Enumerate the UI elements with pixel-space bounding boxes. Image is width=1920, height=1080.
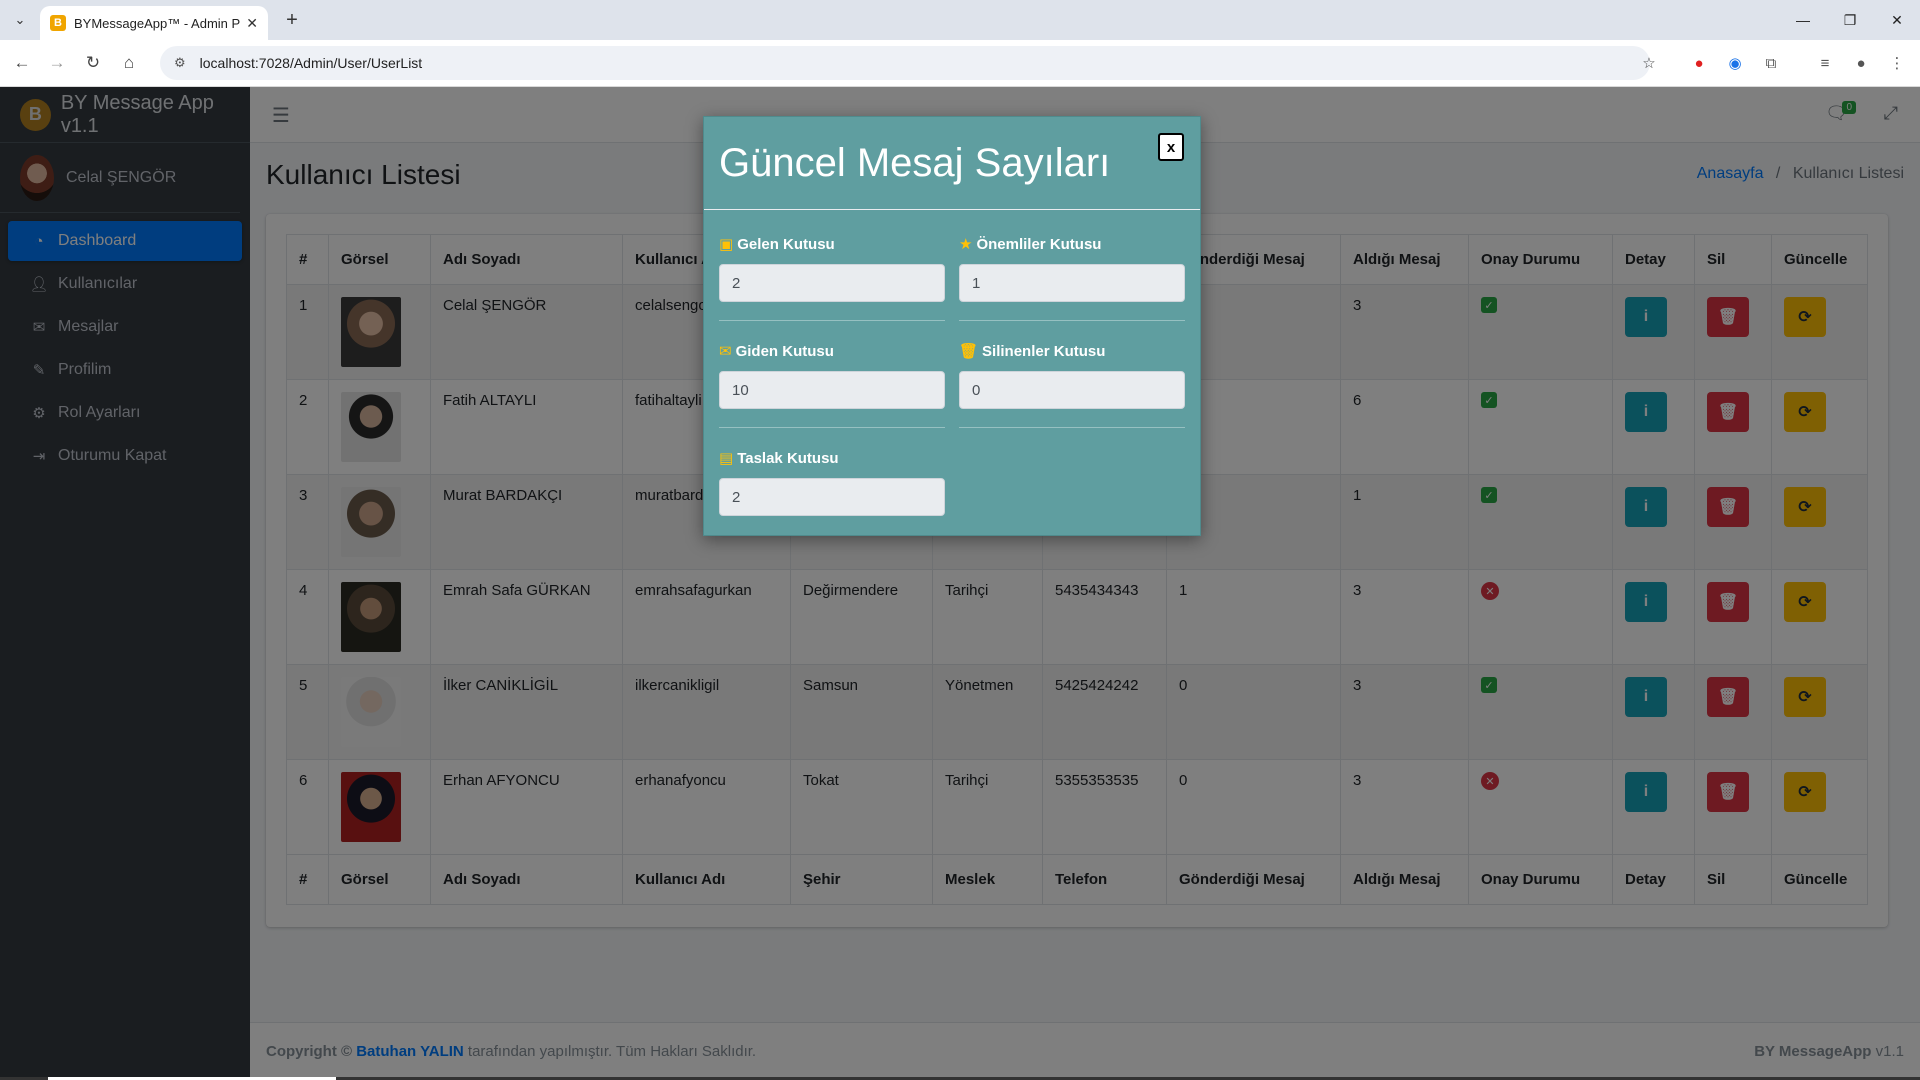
window-close-icon[interactable]: ✕	[1874, 6, 1920, 34]
extensions-icon[interactable]: ⧉	[1760, 52, 1782, 74]
starred-count-input[interactable]: 1	[959, 264, 1185, 302]
starred-field: ★ Önemliler Kutusu 1	[959, 234, 1185, 321]
sync-extension-icon[interactable]: ◉	[1724, 52, 1746, 74]
inbox-icon: ▣	[719, 236, 734, 253]
tab-title: BYMessageApp™ - Admin Panel	[74, 15, 241, 31]
site-info-icon[interactable]: ⚙	[174, 55, 186, 71]
profile-avatar-icon[interactable]: ●	[1850, 52, 1872, 74]
inbox-field: ▣ Gelen Kutusu 2	[719, 234, 945, 321]
draft-field: ▤ Taslak Kutusu 2	[719, 448, 945, 516]
forward-icon[interactable]: →	[44, 50, 70, 76]
trash-icon: 🗑︎	[959, 343, 979, 360]
media-icon[interactable]: ≡	[1814, 52, 1836, 74]
opera-extension-icon[interactable]: ●	[1688, 52, 1710, 74]
home-icon[interactable]: ⌂	[116, 50, 142, 76]
divider	[959, 427, 1185, 428]
field-label: ★ Önemliler Kutusu	[959, 234, 1185, 254]
divider	[719, 427, 945, 428]
new-tab-icon[interactable]: +	[280, 8, 304, 32]
field-label-text: Önemliler Kutusu	[976, 235, 1102, 253]
url-text: localhost:7028/Admin/User/UserList	[199, 55, 423, 71]
field-label: ▤ Taslak Kutusu	[719, 448, 945, 468]
back-icon[interactable]: ←	[9, 50, 35, 76]
field-label: ▣ Gelen Kutusu	[719, 234, 945, 254]
outbox-field: ✉ Giden Kutusu 10	[719, 341, 945, 428]
browser-toolbar: ← → ↻ ⌂ ⚙ localhost:7028/Admin/User/User…	[0, 40, 1920, 87]
draft-count-input[interactable]: 2	[719, 478, 945, 516]
reload-icon[interactable]: ↻	[80, 50, 106, 76]
message-counts-modal: Güncel Mesaj Sayıları x ▣ Gelen Kutusu 2…	[703, 116, 1201, 536]
divider	[719, 320, 945, 321]
field-label-text: Taslak Kutusu	[737, 449, 839, 467]
divider	[959, 320, 1185, 321]
favicon-icon: B	[50, 15, 66, 31]
field-label: 🗑︎ Silinenler Kutusu	[959, 341, 1185, 361]
browser-tab[interactable]: B BYMessageApp™ - Admin Panel ✕	[40, 6, 268, 40]
outbox-count-input[interactable]: 10	[719, 371, 945, 409]
modal-header: Güncel Mesaj Sayıları x	[704, 117, 1200, 210]
modal-close-button[interactable]: x	[1158, 133, 1184, 161]
tab-dropdown-icon[interactable]: ⌄	[8, 8, 32, 32]
browser-tabbar: ⌄ B BYMessageApp™ - Admin Panel ✕ + — ❐ …	[0, 0, 1920, 40]
address-bar[interactable]: ⚙ localhost:7028/Admin/User/UserList	[160, 46, 1650, 80]
file-icon: ▤	[719, 450, 734, 467]
trash-count-input[interactable]: 0	[959, 371, 1185, 409]
minimize-icon[interactable]: —	[1780, 6, 1826, 34]
field-label-text: Silinenler Kutusu	[982, 342, 1106, 360]
restore-icon[interactable]: ❐	[1827, 6, 1873, 34]
inbox-count-input[interactable]: 2	[719, 264, 945, 302]
field-label: ✉ Giden Kutusu	[719, 341, 945, 361]
field-label-text: Gelen Kutusu	[737, 235, 835, 253]
bookmark-star-icon[interactable]: ☆	[1638, 52, 1660, 74]
tab-close-icon[interactable]: ✕	[246, 15, 258, 32]
trash-field: 🗑︎ Silinenler Kutusu 0	[959, 341, 1185, 428]
star-icon: ★	[959, 236, 973, 253]
envelope-icon: ✉	[719, 343, 732, 360]
browser-menu-icon[interactable]: ⋮	[1886, 52, 1908, 74]
modal-title: Güncel Mesaj Sayıları	[719, 141, 1111, 185]
field-label-text: Giden Kutusu	[735, 342, 834, 360]
